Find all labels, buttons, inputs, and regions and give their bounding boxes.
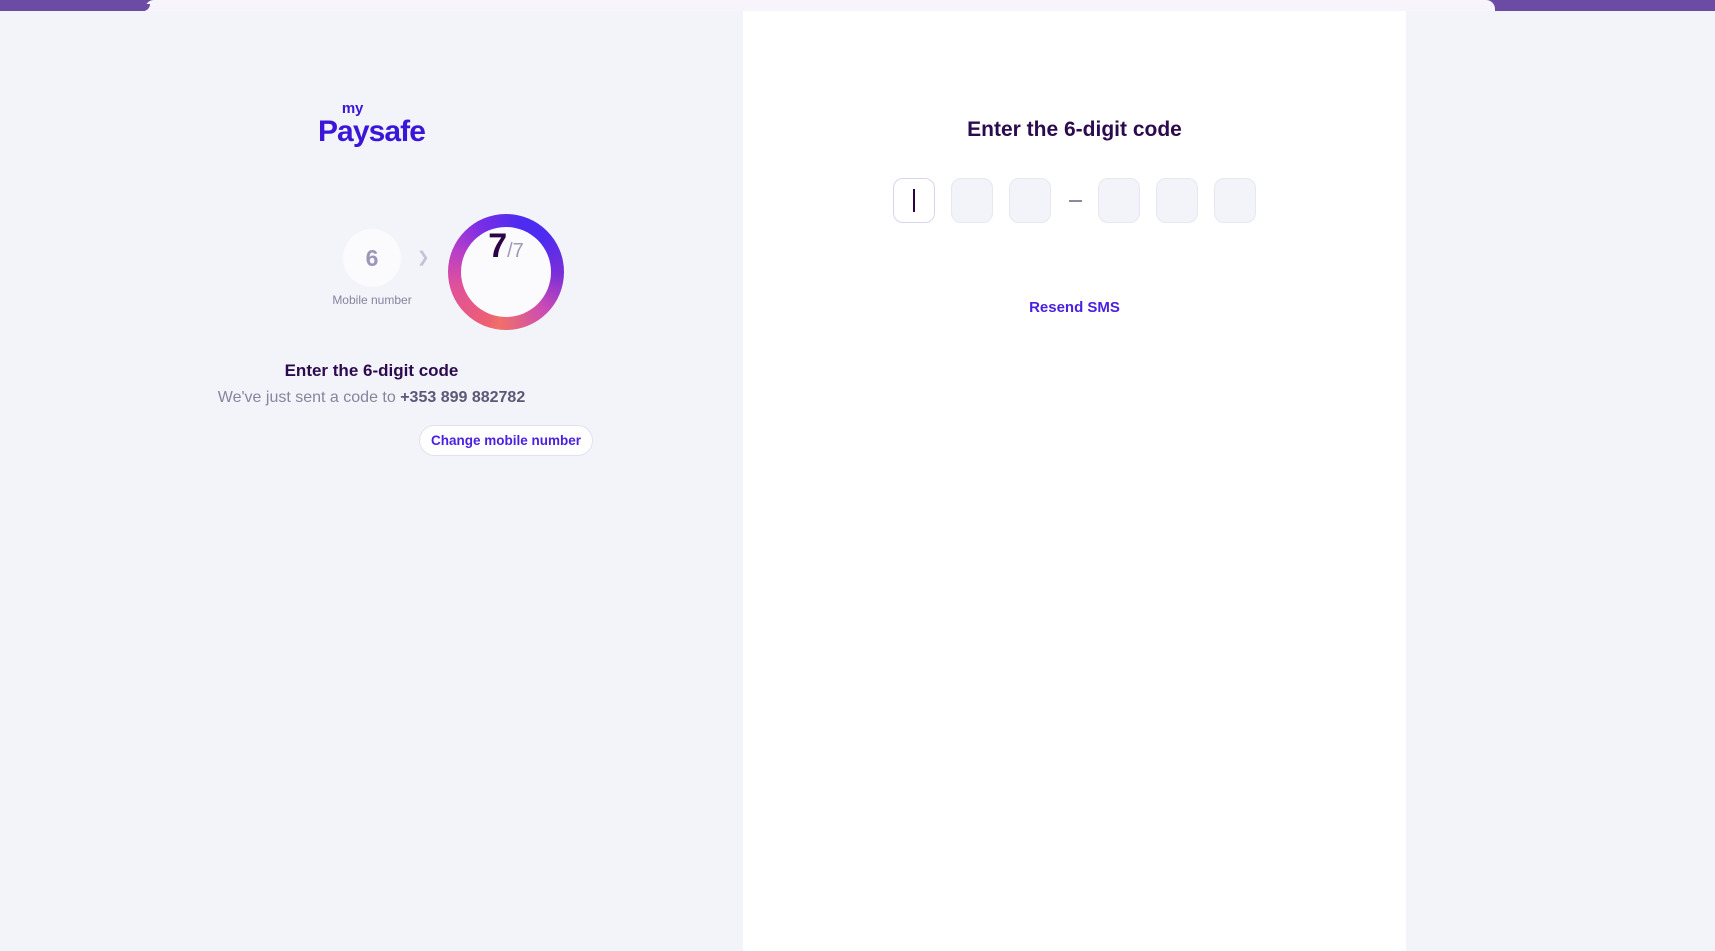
left-panel-subtitle: We've just sent a code to +353 899 88278…	[0, 389, 743, 407]
browser-tab-strip	[0, 0, 1715, 11]
otp-digit-6[interactable]	[1214, 178, 1256, 223]
resend-sms-link[interactable]: Resend SMS	[743, 299, 1406, 316]
change-mobile-number-button[interactable]: Change mobile number	[419, 425, 593, 456]
otp-digit-2[interactable]	[951, 178, 993, 223]
otp-separator-dash	[1069, 199, 1082, 202]
otp-heading: Enter the 6-digit code	[967, 118, 1182, 141]
otp-digit-3[interactable]	[1009, 178, 1051, 223]
otp-digit-5[interactable]	[1156, 178, 1198, 223]
left-panel: my Paysafe 6 Mobile number ❯ 7 /7 Enter …	[0, 11, 743, 951]
right-panel: Enter the 6-digit code Resend SMS	[743, 11, 1406, 951]
progress-stepper: 6 Mobile number ❯ 7 /7	[0, 214, 743, 334]
otp-digit-1[interactable]	[893, 178, 935, 223]
otp-input-group	[743, 178, 1406, 223]
chevron-right-icon: ❯	[417, 249, 430, 266]
left-panel-title: Enter the 6-digit code	[284, 361, 459, 380]
browser-tab[interactable]	[145, 0, 1495, 11]
logo-my-text: my	[341, 100, 364, 117]
step-previous-number: 6	[343, 229, 401, 287]
step-current-inner: 7 /7	[461, 227, 551, 317]
phone-number: +353 899 882782	[400, 389, 526, 406]
otp-digit-4[interactable]	[1098, 178, 1140, 223]
step-current-number: 7	[488, 227, 507, 265]
subtitle-prefix: We've just sent a code to	[217, 389, 401, 406]
step-previous[interactable]: 6 Mobile number	[332, 229, 412, 307]
step-total-number: /7	[507, 240, 524, 262]
text-caret	[913, 189, 915, 212]
logo-paysafe-text: Paysafe	[317, 115, 426, 148]
page-body: my Paysafe 6 Mobile number ❯ 7 /7 Enter …	[0, 11, 1715, 951]
paysafe-logo: my Paysafe	[0, 101, 743, 147]
step-current-ring: 7 /7	[448, 214, 564, 330]
step-previous-label: Mobile number	[332, 293, 412, 307]
